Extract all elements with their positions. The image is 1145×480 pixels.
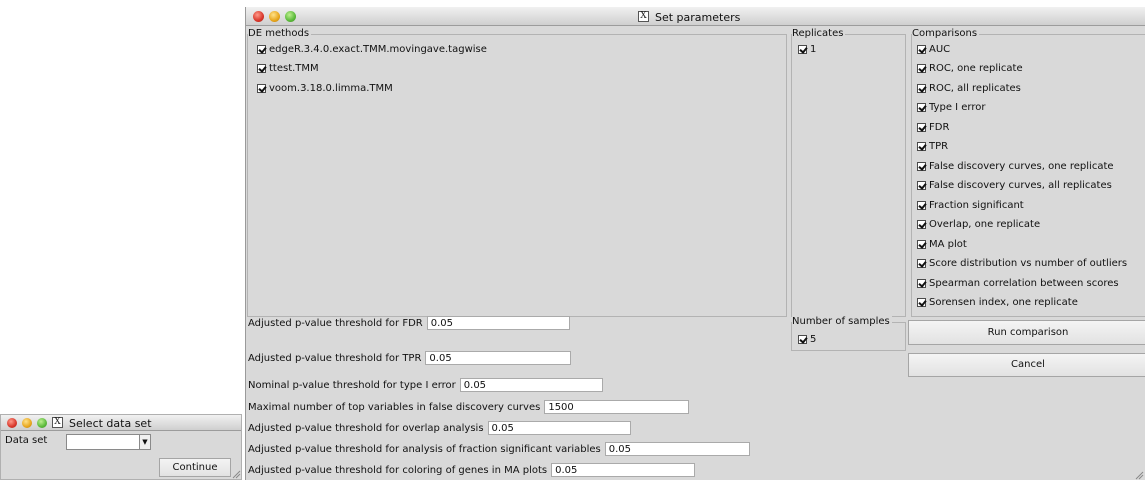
type1-error-threshold-input[interactable] bbox=[459, 378, 603, 392]
comparison-checkbox[interactable]: False discovery curves, all replicates bbox=[917, 178, 1112, 192]
de-method-checkbox[interactable]: ttest.TMM bbox=[257, 61, 319, 75]
replicate-checkbox[interactable]: 1 bbox=[798, 42, 816, 56]
window-title: Select data set bbox=[69, 417, 152, 430]
checkbox-checked-icon[interactable] bbox=[917, 297, 926, 307]
checkbox-checked-icon[interactable] bbox=[917, 278, 926, 288]
checkbox-checked-icon[interactable] bbox=[798, 334, 807, 344]
set-parameters-window: X Set parameters DE methods edgeR.3.4.0.… bbox=[245, 7, 1145, 480]
comparisons-legend: Comparisons bbox=[912, 28, 980, 40]
param-label: Adjusted p-value threshold for TPR bbox=[248, 352, 422, 364]
run-comparison-button[interactable]: Run comparison bbox=[908, 320, 1145, 345]
resize-grip-icon[interactable] bbox=[231, 469, 241, 479]
number-of-samples-legend: Number of samples bbox=[792, 316, 892, 328]
param-label: Adjusted p-value threshold for coloring … bbox=[248, 464, 548, 476]
replicates-legend: Replicates bbox=[792, 28, 846, 40]
overlap-threshold-input[interactable] bbox=[487, 421, 631, 435]
param-label: Adjusted p-value threshold for FDR bbox=[248, 317, 423, 329]
param-label: Maximal number of top variables in false… bbox=[248, 401, 541, 413]
checkbox-checked-icon[interactable] bbox=[257, 44, 266, 54]
comparison-checkbox[interactable]: MA plot bbox=[917, 237, 967, 251]
replicates-group: Replicates 1 bbox=[791, 28, 906, 317]
title-bar[interactable]: X Set parameters bbox=[246, 7, 1145, 26]
de-methods-legend: DE methods bbox=[248, 28, 312, 40]
param-label: Adjusted p-value threshold for analysis … bbox=[248, 443, 601, 455]
close-icon[interactable] bbox=[7, 418, 17, 428]
number-of-samples-group: Number of samples 5 bbox=[791, 316, 906, 351]
checkbox-checked-icon[interactable] bbox=[917, 44, 926, 54]
type1-error-threshold-field: Nominal p-value threshold for type I err… bbox=[248, 377, 603, 393]
overlap-threshold-field: Adjusted p-value threshold for overlap a… bbox=[248, 420, 631, 436]
window-title: Set parameters bbox=[655, 11, 741, 24]
x11-icon: X bbox=[52, 417, 63, 428]
checkbox-checked-icon[interactable] bbox=[917, 83, 926, 93]
comparison-checkbox[interactable]: ROC, one replicate bbox=[917, 61, 1023, 75]
checkbox-checked-icon[interactable] bbox=[917, 200, 926, 210]
minimize-icon[interactable] bbox=[22, 418, 32, 428]
checkbox-checked-icon[interactable] bbox=[917, 122, 926, 132]
x11-icon: X bbox=[638, 11, 649, 22]
select-data-set-window: X Select data set Data set ▼ Continue bbox=[0, 414, 242, 480]
ma-plot-threshold-input[interactable] bbox=[551, 463, 696, 477]
sample-count-checkbox[interactable]: 5 bbox=[798, 332, 816, 346]
checkbox-checked-icon[interactable] bbox=[917, 219, 926, 229]
zoom-icon[interactable] bbox=[285, 11, 296, 22]
checkbox-checked-icon[interactable] bbox=[257, 83, 266, 93]
de-method-checkbox[interactable]: voom.3.18.0.limma.TMM bbox=[257, 81, 393, 95]
de-methods-group: DE methods edgeR.3.4.0.exact.TMM.movinga… bbox=[247, 28, 787, 317]
data-set-select[interactable]: ▼ bbox=[66, 434, 151, 450]
checkbox-checked-icon[interactable] bbox=[917, 161, 926, 171]
checkbox-checked-icon[interactable] bbox=[917, 258, 926, 268]
fdr-threshold-input[interactable] bbox=[426, 316, 570, 330]
chevron-down-icon[interactable]: ▼ bbox=[139, 435, 150, 449]
comparison-checkbox[interactable]: AUC bbox=[917, 42, 950, 56]
zoom-icon[interactable] bbox=[37, 418, 47, 428]
max-top-variables-field: Maximal number of top variables in false… bbox=[248, 399, 690, 415]
checkbox-checked-icon[interactable] bbox=[917, 141, 926, 151]
comparison-checkbox[interactable]: Type I error bbox=[917, 100, 985, 114]
checkbox-checked-icon[interactable] bbox=[917, 63, 926, 73]
title-bar[interactable]: X Select data set bbox=[1, 415, 241, 431]
checkbox-checked-icon[interactable] bbox=[798, 44, 807, 54]
comparisons-group: Comparisons AUC ROC, one replicate ROC, … bbox=[911, 28, 1145, 317]
comparison-checkbox[interactable]: Spearman correlation between scores bbox=[917, 276, 1119, 290]
fraction-significant-threshold-input[interactable] bbox=[604, 442, 750, 456]
continue-button[interactable]: Continue bbox=[159, 458, 231, 477]
data-set-label: Data set bbox=[5, 435, 48, 446]
comparison-checkbox[interactable]: Sorensen index, one replicate bbox=[917, 295, 1078, 309]
de-method-checkbox[interactable]: edgeR.3.4.0.exact.TMM.movingave.tagwise bbox=[257, 42, 487, 56]
checkbox-checked-icon[interactable] bbox=[257, 63, 266, 73]
tpr-threshold-input[interactable] bbox=[425, 351, 572, 365]
checkbox-checked-icon[interactable] bbox=[917, 239, 926, 249]
cancel-button[interactable]: Cancel bbox=[908, 353, 1145, 377]
comparison-checkbox[interactable]: Score distribution vs number of outliers bbox=[917, 256, 1127, 270]
fraction-significant-threshold-field: Adjusted p-value threshold for analysis … bbox=[248, 441, 750, 457]
comparison-checkbox[interactable]: ROC, all replicates bbox=[917, 81, 1021, 95]
comparison-checkbox[interactable]: False discovery curves, one replicate bbox=[917, 159, 1114, 173]
tpr-threshold-field: Adjusted p-value threshold for TPR bbox=[248, 350, 572, 366]
ma-plot-threshold-field: Adjusted p-value threshold for coloring … bbox=[248, 462, 696, 478]
comparison-checkbox[interactable]: Overlap, one replicate bbox=[917, 217, 1040, 231]
comparison-checkbox[interactable]: TPR bbox=[917, 139, 948, 153]
close-icon[interactable] bbox=[253, 11, 264, 22]
fdr-threshold-field: Adjusted p-value threshold for FDR bbox=[248, 315, 570, 331]
checkbox-checked-icon[interactable] bbox=[917, 180, 926, 190]
comparison-checkbox[interactable]: FDR bbox=[917, 120, 949, 134]
checkbox-checked-icon[interactable] bbox=[917, 102, 926, 112]
comparison-checkbox[interactable]: Fraction significant bbox=[917, 198, 1024, 212]
max-top-variables-input[interactable] bbox=[544, 400, 690, 414]
resize-grip-icon[interactable] bbox=[1134, 470, 1144, 480]
param-label: Adjusted p-value threshold for overlap a… bbox=[248, 422, 484, 434]
minimize-icon[interactable] bbox=[269, 11, 280, 22]
param-label: Nominal p-value threshold for type I err… bbox=[248, 379, 456, 391]
